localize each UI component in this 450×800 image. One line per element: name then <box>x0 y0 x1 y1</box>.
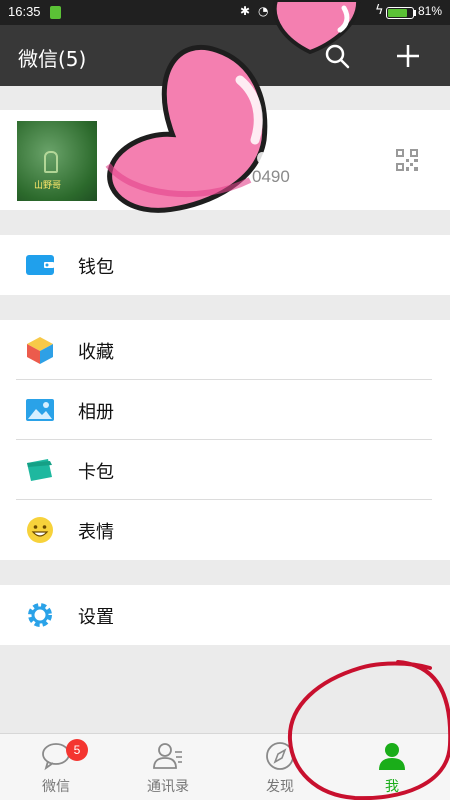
tab-label-chats: 微信 <box>42 779 70 795</box>
page-title: 微信(5) <box>18 47 87 71</box>
unread-badge: 5 <box>66 739 88 761</box>
wechat-id: 0490 <box>252 167 290 186</box>
status-bar: 16:35 ✱ ◔ ϟ 81% <box>0 0 450 25</box>
tab-label-contacts: 通讯录 <box>147 779 189 795</box>
top-bar: 微信(5) <box>0 25 450 86</box>
tab-label-me: 我 <box>385 779 399 795</box>
menu-item-album[interactable]: 相册 <box>0 380 450 440</box>
tab-discover[interactable]: 发现 <box>224 734 336 800</box>
menu-item-cards[interactable]: 卡包 <box>0 440 450 500</box>
card-icon <box>27 459 52 481</box>
profile-card[interactable]: 山野哥 0490 <box>0 110 450 210</box>
bottom-tab-bar: 5 微信 通讯录 发现 我 <box>0 733 450 800</box>
alarm-icon: ◔ <box>258 4 269 18</box>
plus-icon[interactable] <box>393 41 423 71</box>
wallet-icon <box>26 255 54 275</box>
menu-item-favorites[interactable]: 收藏 <box>0 320 450 380</box>
search-icon[interactable] <box>322 41 352 71</box>
menu-label-stickers: 表情 <box>78 522 114 543</box>
menu-label-settings: 设置 <box>78 607 114 628</box>
menu-item-wallet[interactable]: 钱包 <box>0 235 450 295</box>
battery-tip <box>414 10 416 16</box>
tab-label-discover: 发现 <box>266 779 294 795</box>
person-icon <box>379 743 405 770</box>
sim-icon <box>50 6 61 19</box>
battery-percent: 81% <box>418 4 443 18</box>
menu-label-album: 相册 <box>78 402 114 423</box>
menu-label-favorites: 收藏 <box>78 342 114 363</box>
battery-fill <box>388 9 407 17</box>
avatar-tag: 山野哥 <box>34 181 62 191</box>
avatar-figure <box>44 151 58 173</box>
menu-label-wallet: 钱包 <box>78 257 114 278</box>
tab-chats[interactable]: 5 微信 <box>0 734 112 800</box>
qr-code-icon[interactable] <box>395 148 419 172</box>
avatar[interactable]: 山野哥 <box>17 121 97 201</box>
cube-icon <box>27 337 53 364</box>
battery-icon <box>386 7 414 19</box>
menu-item-settings[interactable]: 设置 <box>0 585 450 645</box>
charging-icon: ϟ <box>375 3 384 18</box>
smiley-icon <box>27 517 53 543</box>
bluetooth-icon: ✱ <box>240 4 251 18</box>
contacts-icon <box>153 743 182 769</box>
tab-me[interactable]: 我 <box>336 734 448 800</box>
menu-label-cards: 卡包 <box>78 462 114 483</box>
tab-contacts[interactable]: 通讯录 <box>112 734 224 800</box>
gear-icon <box>28 603 52 627</box>
menu-item-stickers[interactable]: 表情 <box>0 500 450 560</box>
status-time: 16:35 <box>8 4 41 19</box>
compass-icon <box>266 742 294 770</box>
image-icon <box>26 399 54 421</box>
